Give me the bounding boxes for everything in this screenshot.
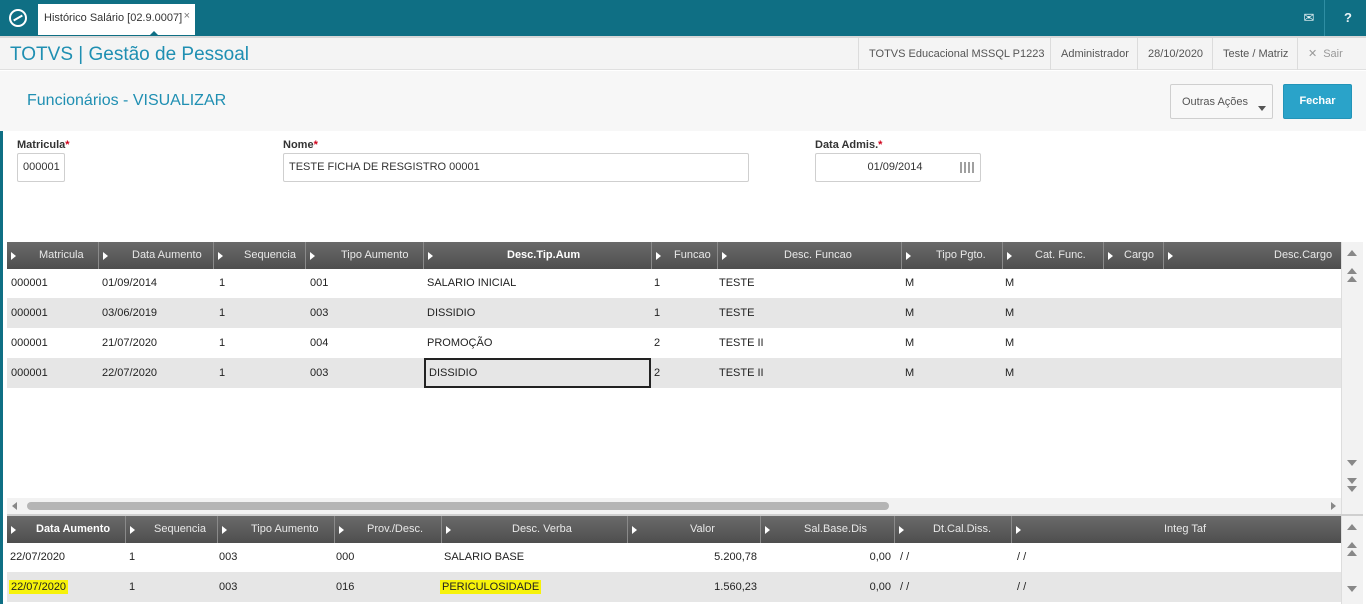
- col-sequencia[interactable]: Sequencia: [213, 242, 305, 269]
- calendar-icon[interactable]: [960, 162, 974, 173]
- table-row[interactable]: 22/07/2020 1 003 000 SALARIO BASE 5.200,…: [7, 542, 1341, 572]
- table-row[interactable]: 000001 03/06/2019 1 003 DISSIDIO 1 TESTE…: [7, 298, 1341, 328]
- col-funcao[interactable]: Funcao: [651, 242, 717, 269]
- matricula-label: Matricula*: [17, 139, 70, 151]
- tab-close-icon[interactable]: ×: [184, 10, 190, 22]
- grid2-vertical-scrollbar[interactable]: [1341, 516, 1363, 604]
- col-data-aumento[interactable]: Data Aumento: [7, 516, 125, 543]
- outras-acoes-label: Outras Ações: [1182, 96, 1249, 108]
- page-bar: Funcionários - VISUALIZAR Outras Ações F…: [0, 71, 1366, 131]
- scroll-page-down-icon[interactable]: [1347, 478, 1357, 484]
- page-title: Funcionários - VISUALIZAR: [27, 92, 227, 109]
- col-sal-base-dis[interactable]: Sal.Base.Dis: [760, 516, 894, 543]
- mail-icon[interactable]: ✉: [1294, 0, 1324, 36]
- col-prov-desc[interactable]: Prov./Desc.: [334, 516, 441, 543]
- col-sequencia[interactable]: Sequencia: [125, 516, 217, 543]
- database-info: TOTVS Educacional MSSQL P1223: [858, 38, 1054, 70]
- data-admis-value: 01/09/2014: [867, 161, 923, 173]
- grid-header: Matricula Data Aumento Sequencia Tipo Au…: [7, 242, 1341, 269]
- grid-header: Data Aumento Sequencia Tipo Aumento Prov…: [7, 516, 1341, 543]
- chevron-down-icon: [1258, 106, 1266, 111]
- col-dt-cal-diss[interactable]: Dt.Cal.Diss.: [894, 516, 1011, 543]
- col-matricula[interactable]: Matricula: [7, 242, 98, 269]
- scroll-up-icon[interactable]: [1347, 276, 1357, 282]
- app-title: TOTVS | Gestão de Pessoal: [10, 44, 250, 65]
- selected-cell[interactable]: DISSIDIO: [424, 358, 651, 388]
- help-icon[interactable]: ?: [1333, 0, 1363, 36]
- highlighted-date: 22/07/2020: [9, 580, 69, 594]
- left-edge-bar: [0, 131, 3, 604]
- col-tipo-aumento[interactable]: Tipo Aumento: [305, 242, 423, 269]
- historico-grid: Matricula Data Aumento Sequencia Tipo Au…: [7, 242, 1341, 498]
- table-row[interactable]: 000001 22/07/2020 1 003 DISSIDIO 2 TESTE…: [7, 358, 1341, 388]
- top-divider: [1324, 0, 1325, 36]
- col-integ-taf[interactable]: Integ Taf: [1011, 516, 1341, 543]
- data-admis-field[interactable]: 01/09/2014: [815, 153, 981, 182]
- scroll-top-icon[interactable]: [1347, 524, 1357, 530]
- col-desc-tip-aum[interactable]: Desc.Tip.Aum: [423, 242, 651, 269]
- col-valor[interactable]: Valor: [627, 516, 760, 543]
- close-icon: ✕: [1308, 48, 1318, 60]
- horizontal-scroll-thumb[interactable]: [27, 502, 889, 510]
- branch-info[interactable]: Teste / Matriz: [1212, 38, 1298, 70]
- table-row[interactable]: 000001 21/07/2020 1 004 PROMOÇÃO 2 TESTE…: [7, 328, 1341, 358]
- scroll-right-icon[interactable]: [1331, 502, 1336, 510]
- col-cat-func[interactable]: Cat. Func.: [1002, 242, 1103, 269]
- top-bar: Histórico Salário [02.9.0007] × ✉ ?: [0, 0, 1366, 37]
- highlighted-verba: PERICULOSIDADE: [440, 580, 542, 594]
- date-info: 28/10/2020: [1137, 38, 1213, 70]
- col-desc-cargo[interactable]: Desc.Cargo: [1163, 242, 1341, 269]
- totvs-logo-icon[interactable]: [9, 9, 27, 27]
- scroll-down-icon[interactable]: [1347, 586, 1357, 592]
- exit-button[interactable]: ✕ Sair: [1297, 38, 1366, 70]
- col-tipo-pgto[interactable]: Tipo Pgto.: [901, 242, 1002, 269]
- matricula-field[interactable]: 000001: [17, 153, 65, 182]
- table-row[interactable]: 000001 01/09/2014 1 001 SALARIO INICIAL …: [7, 268, 1341, 298]
- col-cargo[interactable]: Cargo: [1103, 242, 1163, 269]
- scroll-page-up-icon[interactable]: [1347, 268, 1357, 274]
- col-desc-verba[interactable]: Desc. Verba: [441, 516, 627, 543]
- outras-acoes-button[interactable]: Outras Ações: [1170, 84, 1273, 119]
- tab-label: Histórico Salário [02.9.0007]: [44, 12, 183, 24]
- grid1-vertical-scrollbar[interactable]: [1341, 242, 1363, 514]
- nome-label: Nome*: [283, 139, 318, 151]
- tab-historico-salario[interactable]: Histórico Salário [02.9.0007] ×: [38, 4, 195, 37]
- grid1-horizontal-scrollbar[interactable]: [7, 498, 1341, 514]
- verbas-grid: Data Aumento Sequencia Tipo Aumento Prov…: [7, 516, 1341, 604]
- scroll-top-icon[interactable]: [1347, 250, 1357, 256]
- scroll-bottom-icon[interactable]: [1347, 486, 1357, 492]
- scroll-left-icon[interactable]: [12, 502, 17, 510]
- fechar-button[interactable]: Fechar: [1283, 84, 1352, 119]
- user-info[interactable]: Administrador: [1050, 38, 1139, 70]
- app-header: TOTVS | Gestão de Pessoal TOTVS Educacio…: [0, 36, 1366, 70]
- data-admis-label: Data Admis.*: [815, 139, 883, 151]
- nome-field[interactable]: TESTE FICHA DE RESGISTRO 00001: [283, 153, 749, 182]
- col-tipo-aumento[interactable]: Tipo Aumento: [217, 516, 334, 543]
- exit-label: Sair: [1323, 48, 1343, 60]
- scroll-page-up-icon[interactable]: [1347, 542, 1357, 548]
- scroll-up-icon[interactable]: [1347, 550, 1357, 556]
- table-row[interactable]: 22/07/2020 1 003 016 PERICULOSIDADE 1.56…: [7, 572, 1341, 602]
- scroll-down-icon[interactable]: [1347, 460, 1357, 466]
- col-data-aumento[interactable]: Data Aumento: [98, 242, 213, 269]
- col-desc-funcao[interactable]: Desc. Funcao: [717, 242, 901, 269]
